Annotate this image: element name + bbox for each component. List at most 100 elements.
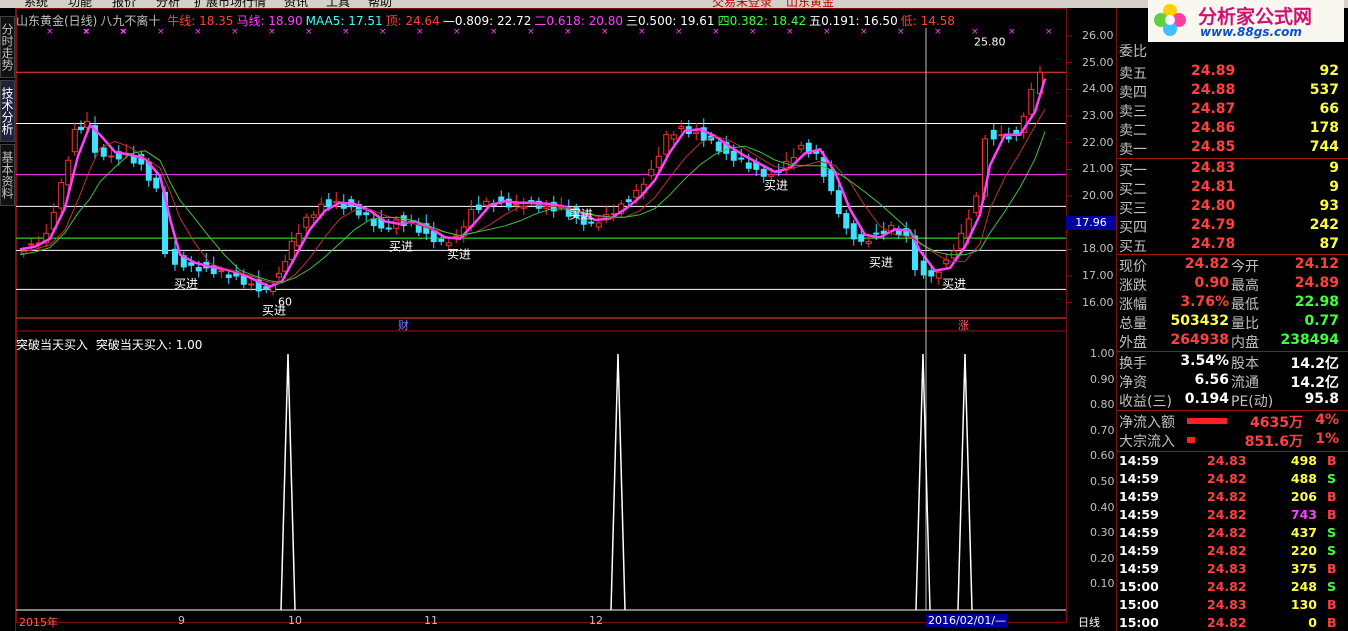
bid-row: 买三 24.80 93 xyxy=(1117,198,1343,217)
sub-tick-label: 0.80 xyxy=(1090,398,1115,412)
tick-side: S xyxy=(1327,543,1337,558)
ask-label: 卖二 xyxy=(1119,123,1147,139)
fund-row: 净资 6.56 流通 14.2亿 xyxy=(1117,372,1343,391)
marker-x: × xyxy=(119,27,127,37)
period-label[interactable]: 日线 xyxy=(1078,614,1100,630)
chart-frame xyxy=(16,8,1067,623)
quote-label: 外盘 xyxy=(1119,335,1147,351)
quote-row: 外盘 264938 内盘 238494 xyxy=(1117,332,1343,351)
candle-body xyxy=(71,128,78,153)
sub-indicator-value: 突破当天买入: 1.00 xyxy=(95,338,203,352)
menu-item-news[interactable]: 资讯 xyxy=(284,0,308,8)
tab-intraday[interactable]: 分时走势 xyxy=(0,16,15,78)
bid-volume: 242 xyxy=(1309,217,1339,233)
marker-x: × xyxy=(1045,27,1053,37)
fund-row: 收益(三) 0.194 PE(动) 95.8 xyxy=(1117,391,1343,410)
candle-body xyxy=(172,248,178,265)
quote-label: 今开 xyxy=(1231,259,1259,275)
candle-body xyxy=(513,203,520,206)
menu-item-quote[interactable]: 报价 xyxy=(112,0,136,8)
tab-technical[interactable]: 技术分析 xyxy=(0,80,15,142)
tick-row: 15:00 24.82 0 B xyxy=(1117,615,1343,631)
candle-body xyxy=(218,270,225,273)
menu-item-tools[interactable]: 工具 xyxy=(326,0,350,8)
candle-body xyxy=(108,155,115,158)
menu-bar: 系统 功能 报价 分析 扩展市场行情 资讯 工具 帮助 交易未登录 山东黄金 xyxy=(0,0,1348,8)
tick-side: B xyxy=(1327,507,1337,522)
ask-volume: 92 xyxy=(1319,63,1339,79)
tick-volume: 220 xyxy=(1290,543,1317,558)
candle-body xyxy=(445,242,452,247)
fund-label: 流通 xyxy=(1231,375,1259,391)
buy-signal-label: 买进 xyxy=(174,277,198,291)
bid-row: 买五 24.78 87 xyxy=(1117,236,1343,255)
price-tick-label: 20.00 xyxy=(1082,189,1114,202)
quote-value: 3.76% xyxy=(1180,294,1229,310)
tab-fundamentals[interactable]: 基本资料 xyxy=(0,144,15,206)
quote-label: 最低 xyxy=(1231,297,1259,313)
price-tick-label: 16.00 xyxy=(1082,295,1114,309)
candle-body xyxy=(385,227,392,230)
tick-volume: 248 xyxy=(1290,579,1317,594)
marker-x: × xyxy=(46,27,54,37)
candle-body xyxy=(693,131,700,135)
ask-price: 24.87 xyxy=(1191,101,1236,117)
ask-row: 卖一 24.85 744 xyxy=(1117,139,1343,158)
candle-body xyxy=(998,134,1005,137)
sub-tick-label: 0.10 xyxy=(1090,577,1115,591)
kline-chart[interactable]: 买进买进买进买进买进买进买进买进25.8060财 涨× × × × × × × × × × × × × × ×… xyxy=(16,8,1116,631)
menu-item-help[interactable]: 帮助 xyxy=(368,0,392,8)
tick-row: 14:59 24.83 375 B xyxy=(1117,561,1343,579)
divider xyxy=(1117,158,1348,159)
candle-body xyxy=(865,241,872,244)
candle-body xyxy=(935,271,942,279)
menu-item-extended-market[interactable]: 扩展市场行情 xyxy=(194,0,266,8)
candle-body xyxy=(295,233,302,247)
buy-signal-label: 买进 xyxy=(569,208,593,222)
candle-body xyxy=(453,235,460,238)
tick-volume: 488 xyxy=(1290,471,1317,486)
fund-value: 14.2亿 xyxy=(1290,356,1339,372)
bid-volume: 93 xyxy=(1319,198,1339,214)
bid-price: 24.83 xyxy=(1191,160,1236,176)
candle-body xyxy=(153,177,160,189)
quote-value: 503432 xyxy=(1170,313,1229,329)
divider xyxy=(1117,410,1348,411)
ask-row: 卖四 24.88 537 xyxy=(1117,82,1343,101)
sub-tick-label: 0.20 xyxy=(1090,551,1115,565)
tick-time: 14:59 xyxy=(1119,561,1159,576)
sub-indicator-title: 突破当天买入 突破当天买入: 1.00 xyxy=(16,336,202,353)
fund-value: 6.56 xyxy=(1194,372,1229,388)
bid-volume: 9 xyxy=(1329,179,1339,195)
flow-row: 大宗流入 851.6万 1% xyxy=(1117,431,1343,450)
tick-row: 14:59 24.82 437 S xyxy=(1117,525,1343,543)
candle-body xyxy=(303,216,310,228)
flow-bar xyxy=(1187,437,1195,443)
candle-body xyxy=(1005,136,1012,140)
bid-volume: 9 xyxy=(1329,160,1339,176)
menu-item-function[interactable]: 功能 xyxy=(68,0,92,8)
divider xyxy=(1117,254,1348,255)
menu-item-analysis[interactable]: 分析 xyxy=(156,0,180,8)
tick-side: B xyxy=(1327,561,1337,576)
tick-price: 24.82 xyxy=(1207,543,1247,558)
candle-body xyxy=(248,283,255,286)
candle-body xyxy=(310,214,317,218)
quote-label: 量比 xyxy=(1231,316,1259,332)
bid-price: 24.79 xyxy=(1191,217,1236,233)
marker-x: × xyxy=(786,27,794,37)
ask-price: 24.88 xyxy=(1191,82,1236,98)
candle-body xyxy=(873,232,880,235)
flow-label: 大宗流入 xyxy=(1119,434,1175,450)
tick-row: 14:59 24.82 743 B xyxy=(1117,507,1343,525)
divider xyxy=(1117,451,1348,452)
price-tick-label: 26.00 xyxy=(1082,29,1114,42)
candle-body xyxy=(240,275,247,285)
candle-body xyxy=(195,266,202,272)
menu-item-system[interactable]: 系统 xyxy=(24,0,48,8)
bid-price: 24.80 xyxy=(1191,198,1236,214)
quote-value: 24.12 xyxy=(1294,256,1339,272)
sub-indicator-name[interactable]: 突破当天买入 xyxy=(16,338,88,352)
tick-row: 14:59 24.82 206 B xyxy=(1117,489,1343,507)
candle-body xyxy=(288,240,295,260)
